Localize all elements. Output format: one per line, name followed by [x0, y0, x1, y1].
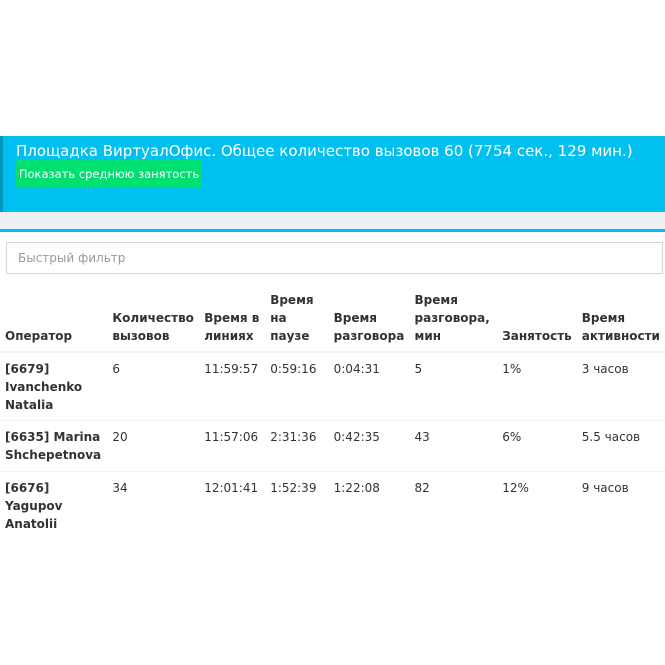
cell-talk-time: 0:04:31 — [328, 351, 410, 421]
header-talk-time[interactable]: Время разговора — [328, 286, 410, 353]
cell-time-pause: 0:59:16 — [265, 351, 329, 421]
cell-talk-time-min: 43 — [409, 420, 498, 472]
header-calls[interactable]: Количество вызовов — [107, 286, 200, 353]
cell-time-online: 12:01:41 — [199, 471, 266, 540]
cell-operator: [6635] Marina Shchepetnova — [0, 420, 108, 472]
cell-calls: 6 — [107, 351, 200, 421]
banner-title: Площадка ВиртуалОфис. Общее количество в… — [16, 142, 633, 160]
cell-occupancy: 6% — [497, 420, 577, 472]
cell-occupancy: 12% — [497, 471, 577, 540]
show-average-occupancy-button[interactable]: Показать среднюю занятость — [16, 160, 202, 188]
header-operator[interactable]: Оператор — [0, 286, 108, 353]
summary-banner: Площадка ВиртуалОфис. Общее количество в… — [0, 136, 665, 212]
cell-talk-time-min: 82 — [409, 471, 498, 540]
cell-time-online: 11:59:57 — [199, 351, 266, 421]
table-row: [6679] Ivanchenko Natalia 6 11:59:57 0:5… — [0, 351, 665, 421]
cell-activity-time: 5.5 часов — [576, 420, 665, 472]
table-row: [6635] Marina Shchepetnova 20 11:57:06 2… — [0, 420, 665, 472]
cell-talk-time: 1:22:08 — [328, 471, 410, 540]
table-row: [6676] Yagupov Anatolii 34 12:01:41 1:52… — [0, 471, 665, 540]
cell-occupancy: 1% — [497, 351, 577, 421]
cell-time-pause: 1:52:39 — [265, 471, 329, 540]
operators-panel: Оператор Количество вызовов Время в лини… — [0, 229, 665, 665]
header-time-pause[interactable]: Время на паузе — [265, 286, 329, 353]
cell-activity-time: 9 часов — [576, 471, 665, 540]
section-divider — [0, 212, 665, 229]
cell-time-online: 11:57:06 — [199, 420, 266, 472]
cell-activity-time: 3 часов — [576, 351, 665, 421]
cell-talk-time-min: 5 — [409, 351, 498, 421]
cell-calls: 34 — [107, 471, 200, 540]
header-activity-time[interactable]: Время активности — [576, 286, 665, 353]
quick-filter-input[interactable] — [6, 242, 663, 274]
table-header-row: Оператор Количество вызовов Время в лини… — [0, 286, 665, 353]
cell-time-pause: 2:31:36 — [265, 420, 329, 472]
cell-talk-time: 0:42:35 — [328, 420, 410, 472]
header-talk-time-min[interactable]: Время разговора, мин — [409, 286, 498, 353]
header-occupancy[interactable]: Занятость — [497, 286, 577, 353]
header-time-online[interactable]: Время в линиях — [199, 286, 266, 353]
page: Площадка ВиртуалОфис. Общее количество в… — [0, 0, 665, 665]
operators-table: Оператор Количество вызовов Время в лини… — [0, 286, 665, 540]
cell-operator: [6679] Ivanchenko Natalia — [0, 351, 108, 421]
cell-operator: [6676] Yagupov Anatolii — [0, 471, 108, 540]
cell-calls: 20 — [107, 420, 200, 472]
